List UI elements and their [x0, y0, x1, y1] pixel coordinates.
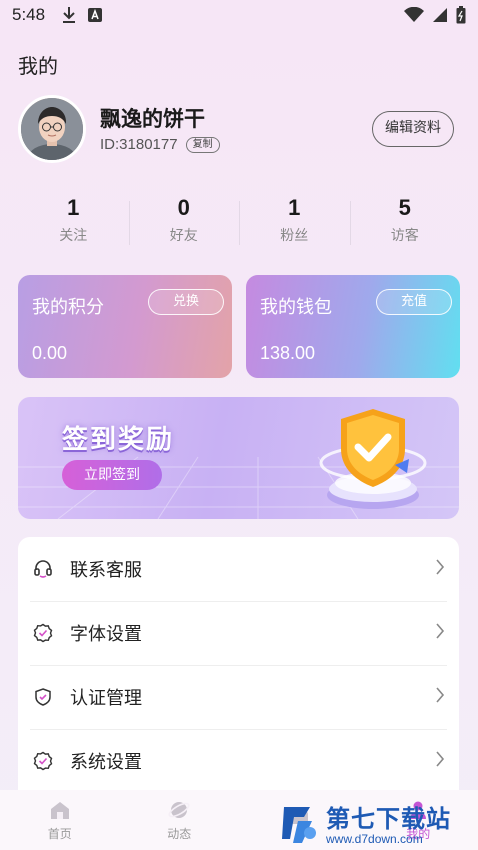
menu-item-system-settings[interactable]: 系统设置 — [18, 729, 459, 793]
site-watermark: 第七下载站 www.d7down.com — [280, 795, 475, 850]
stat-label: 关注 — [59, 228, 88, 244]
status-icons-left — [61, 6, 103, 24]
chevron-right-icon — [435, 750, 445, 772]
headset-icon — [32, 558, 54, 580]
download-icon — [63, 7, 76, 23]
uid-row: ID:3180177 复制 — [100, 136, 220, 153]
menu-item-font-settings[interactable]: 字体设置 — [18, 601, 459, 665]
nav-home[interactable]: 首页 — [0, 790, 120, 850]
redeem-button[interactable]: 兑换 — [148, 289, 224, 315]
page-title: 我的 — [18, 54, 58, 78]
checkin-banner[interactable]: 签到奖励 立即签到 — [18, 397, 459, 519]
chevron-right-icon — [435, 622, 445, 644]
menu-label: 认证管理 — [70, 688, 142, 709]
avatar[interactable] — [18, 95, 86, 163]
status-icons-right — [404, 6, 466, 24]
nav-label: 首页 — [47, 826, 72, 841]
menu-label: 字体设置 — [70, 624, 142, 645]
shield-check-illustration — [319, 409, 427, 509]
wallet-card[interactable]: 我的钱包 138.00 充值 — [246, 275, 460, 378]
d7-logo-icon — [282, 806, 316, 843]
edit-profile-button[interactable]: 编辑资料 — [372, 111, 454, 147]
copy-id-button[interactable]: 复制 — [185, 136, 220, 153]
menu-label: 系统设置 — [70, 752, 142, 773]
stat-value: 1 — [288, 195, 301, 220]
battery-icon — [456, 6, 466, 24]
menu-item-customer-service[interactable]: 联系客服 — [18, 537, 459, 601]
stats-row: 1 关注 0 好友 1 粉丝 5 访客 — [18, 195, 460, 255]
points-value: 0.00 — [32, 343, 68, 363]
stat-value: 1 — [67, 195, 80, 220]
menu-list: 联系客服 字体设置 认证管理 系统设置 — [18, 537, 459, 797]
stat-label: 好友 — [169, 228, 198, 244]
username: 飘逸的饼干 — [100, 107, 205, 131]
chevron-right-icon — [435, 686, 445, 708]
menu-label: 联系客服 — [70, 560, 142, 581]
shield-check-icon — [32, 686, 54, 708]
stat-label: 粉丝 — [280, 228, 309, 244]
watermark-cn: 第七下载站 — [326, 805, 451, 833]
stat-following[interactable]: 1 关注 — [18, 195, 129, 255]
recharge-button[interactable]: 充值 — [376, 289, 452, 315]
stat-fans[interactable]: 1 粉丝 — [239, 195, 350, 255]
stat-value: 5 — [398, 195, 411, 220]
profile-header: 飘逸的饼干 ID:3180177 复制 编辑资料 — [18, 95, 460, 165]
badge-check-icon — [32, 622, 54, 644]
nav-label: 动态 — [167, 826, 192, 841]
font-a-icon — [88, 8, 103, 22]
chevron-right-icon — [435, 558, 445, 580]
status-time: 5:48 — [12, 5, 46, 24]
status-bar: 5:48 — [0, 0, 478, 30]
home-icon — [50, 801, 69, 819]
menu-item-certification[interactable]: 认证管理 — [18, 665, 459, 729]
gear-check-icon — [32, 750, 54, 772]
banner-title: 签到奖励 — [62, 425, 175, 455]
stat-friends[interactable]: 0 好友 — [128, 195, 240, 255]
watermark-url: www.d7down.com — [326, 832, 423, 846]
signal-icon — [433, 8, 447, 22]
checkin-button[interactable]: 立即签到 — [62, 460, 162, 490]
stat-visitors[interactable]: 5 访客 — [349, 195, 461, 255]
watermark-text: 第七下载站 www.d7down.com — [326, 799, 451, 846]
planet-icon — [168, 801, 190, 818]
points-card[interactable]: 我的积分 0.00 兑换 — [18, 275, 232, 378]
stat-value: 0 — [177, 195, 190, 220]
user-id: ID:3180177 — [100, 136, 178, 153]
stat-label: 访客 — [390, 228, 419, 244]
nav-feed[interactable]: 动态 — [120, 790, 240, 850]
wifi-icon — [404, 7, 424, 22]
wallet-value: 138.00 — [260, 343, 316, 363]
